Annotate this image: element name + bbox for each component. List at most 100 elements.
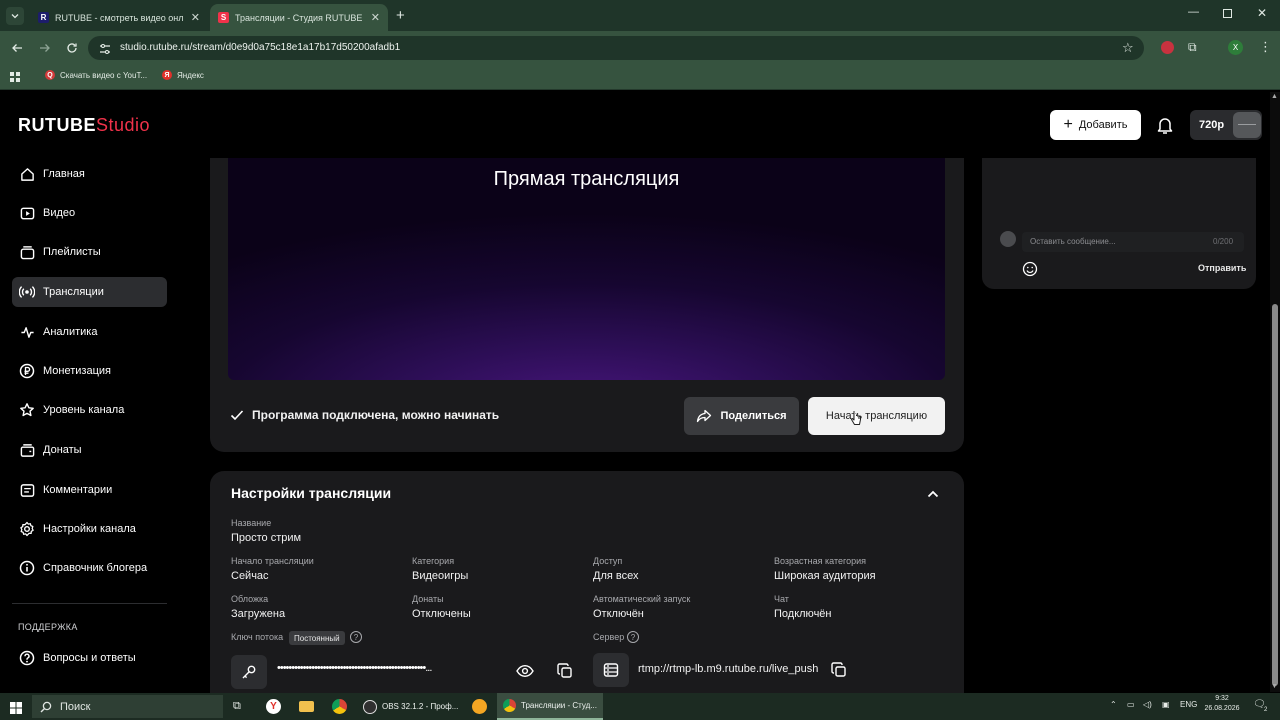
start-broadcast-button[interactable]: Начать трансляцию — [808, 397, 945, 435]
mouse-cursor-icon — [850, 410, 862, 431]
new-tab-icon[interactable]: + — [396, 7, 405, 24]
chat-user-avatar — [1000, 231, 1016, 247]
add-label: Добавить — [1078, 119, 1128, 131]
tray-language[interactable]: ENG — [1180, 700, 1197, 709]
video-preview[interactable] — [228, 158, 945, 380]
tray-clock[interactable]: 9:32 26.08.2026 — [1204, 695, 1240, 712]
sidebar-item-comments[interactable]: Комментарии — [12, 475, 167, 505]
rutube-favicon-icon: R — [38, 12, 49, 23]
info-icon — [19, 560, 35, 576]
maximize-icon[interactable] — [1223, 9, 1232, 18]
add-button[interactable]: + Добавить — [1050, 110, 1141, 140]
checkmark-icon — [230, 409, 244, 421]
video-icon — [19, 205, 35, 221]
sidebar-item-playlists[interactable]: Плейлисты — [12, 237, 167, 267]
sidebar-item-channel-level[interactable]: Уровень канала — [12, 395, 167, 425]
emoji-icon[interactable] — [1022, 261, 1038, 277]
apps-grid-icon[interactable] — [10, 70, 21, 88]
scrollbar-thumb[interactable] — [1272, 304, 1278, 686]
user-avatar[interactable] — [1233, 112, 1261, 138]
server-button[interactable] — [593, 653, 629, 687]
tray-app-icon[interactable]: ▣ — [1162, 700, 1170, 709]
sidebar-item-home[interactable]: Главная — [12, 159, 167, 189]
field-label: Доступ — [593, 556, 623, 566]
app-icon[interactable] — [472, 699, 487, 714]
scroll-up-arrow-icon[interactable]: ▲ — [1271, 93, 1278, 100]
extension-badge-icon[interactable] — [1161, 41, 1174, 54]
sidebar-item-analytics[interactable]: Аналитика — [12, 317, 167, 347]
bookmark-yandex[interactable]: Я Яндекс — [162, 70, 204, 80]
support-heading: ПОДДЕРЖКА — [18, 622, 78, 632]
key-help-icon[interactable]: ? — [350, 631, 362, 643]
close-tab-icon[interactable]: ✕ — [191, 11, 200, 24]
sidebar-item-video[interactable]: Видео — [12, 198, 167, 228]
sidebar-item-faq[interactable]: Вопросы и ответы — [12, 643, 167, 673]
close-window-icon[interactable]: ✕ — [1257, 6, 1267, 20]
bookmark-youtube-downloader[interactable]: Q Скачать видео с YouT... — [45, 70, 147, 80]
sidebar-item-label: Главная — [43, 168, 85, 180]
file-explorer-icon[interactable] — [299, 701, 314, 712]
forward-icon[interactable] — [39, 41, 51, 59]
tray-overflow-icon[interactable]: ⌃ — [1110, 700, 1117, 709]
close-tab-icon[interactable]: ✕ — [371, 11, 380, 24]
field-label: Чат — [774, 594, 789, 604]
site-info-icon[interactable] — [99, 42, 111, 60]
share-button[interactable]: Поделиться — [684, 397, 799, 435]
clock-date: 26.08.2026 — [1204, 705, 1240, 712]
bookmark-star-icon[interactable]: ☆ — [1122, 40, 1134, 56]
star-icon — [19, 402, 35, 418]
windows-start-icon[interactable] — [10, 701, 22, 719]
server-url-value[interactable]: rtmp://rtmp-lb.m9.rutube.ru/live_push — [638, 663, 818, 675]
bookmark-favicon-icon: Q — [45, 70, 55, 80]
sidebar-item-donations[interactable]: Донаты — [12, 435, 167, 465]
extensions-puzzle-icon[interactable]: ⧉ — [1188, 40, 1197, 55]
sidebar-item-monetization[interactable]: Монетизация — [12, 356, 167, 386]
yandex-favicon-icon: Я — [162, 70, 172, 80]
taskbar-search-label: Поиск — [60, 700, 91, 713]
bell-icon[interactable] — [1156, 115, 1174, 135]
show-key-eye-icon[interactable] — [516, 664, 534, 683]
chrome-small-icon — [503, 699, 516, 712]
quality-value: 720p — [1199, 119, 1225, 131]
taskbar-app-browser[interactable]: Трансляции - Студ... — [497, 693, 603, 720]
tray-network-icon[interactable]: ▭ — [1127, 700, 1135, 709]
url-text[interactable]: studio.rutube.ru/stream/d0e9d0a75c18e1a1… — [120, 42, 400, 53]
scroll-down-arrow-icon[interactable]: ▼ — [1271, 683, 1278, 690]
minimize-icon[interactable]: — — [1188, 6, 1199, 18]
back-icon[interactable] — [11, 41, 23, 59]
field-value: Отключён — [593, 608, 644, 620]
taskbar-search[interactable]: Поиск — [32, 695, 223, 718]
copy-server-icon[interactable] — [831, 662, 847, 683]
logo-sub: Studio — [96, 115, 151, 135]
donate-icon — [19, 442, 35, 458]
chrome-icon[interactable] — [332, 699, 347, 714]
collapse-chevron-icon[interactable] — [925, 486, 941, 502]
sidebar-item-broadcasts[interactable]: Трансляции — [12, 277, 167, 307]
tab-studio[interactable]: S Трансляции - Студия RUTUBE ✕ — [210, 4, 388, 31]
question-icon — [19, 650, 35, 666]
profile-avatar[interactable]: X — [1228, 40, 1243, 55]
server-help-icon[interactable]: ? — [627, 631, 639, 643]
tray-sound-icon[interactable]: ◁) — [1143, 700, 1152, 709]
send-message-button[interactable]: Отправить — [1198, 263, 1246, 273]
sidebar-item-label: Трансляции — [43, 286, 104, 298]
tab-title: RUTUBE - смотреть видео онлайн — [55, 12, 183, 23]
task-view-icon[interactable]: ⧉ — [233, 700, 241, 713]
sidebar-item-channel-settings[interactable]: Настройки канала — [12, 514, 167, 544]
tab-rutube[interactable]: R RUTUBE - смотреть видео онлайн ✕ — [30, 4, 208, 31]
copy-key-icon[interactable] — [557, 663, 573, 684]
field-label: Возрастная категория — [774, 556, 866, 566]
reload-icon[interactable] — [66, 41, 78, 59]
stream-key-value[interactable]: ••••••••••••••••••••••••••••••••••••••••… — [277, 662, 502, 674]
yandex-browser-icon[interactable]: Y — [266, 699, 281, 714]
stream-key-button[interactable] — [231, 655, 267, 689]
rutube-studio-logo[interactable]: RUTUBEStudio — [18, 115, 150, 136]
sidebar-divider — [12, 603, 167, 604]
sidebar-item-label: Монетизация — [43, 365, 111, 377]
sidebar-item-blogger-guide[interactable]: Справочник блогера — [12, 553, 167, 583]
chat-char-counter: 0/200 — [1213, 237, 1234, 246]
tab-list-chevron-icon[interactable] — [6, 7, 24, 25]
field-label: Название — [231, 518, 272, 528]
logo-main: RUTUBE — [18, 115, 96, 135]
browser-menu-icon[interactable]: ⋮ — [1259, 39, 1272, 55]
